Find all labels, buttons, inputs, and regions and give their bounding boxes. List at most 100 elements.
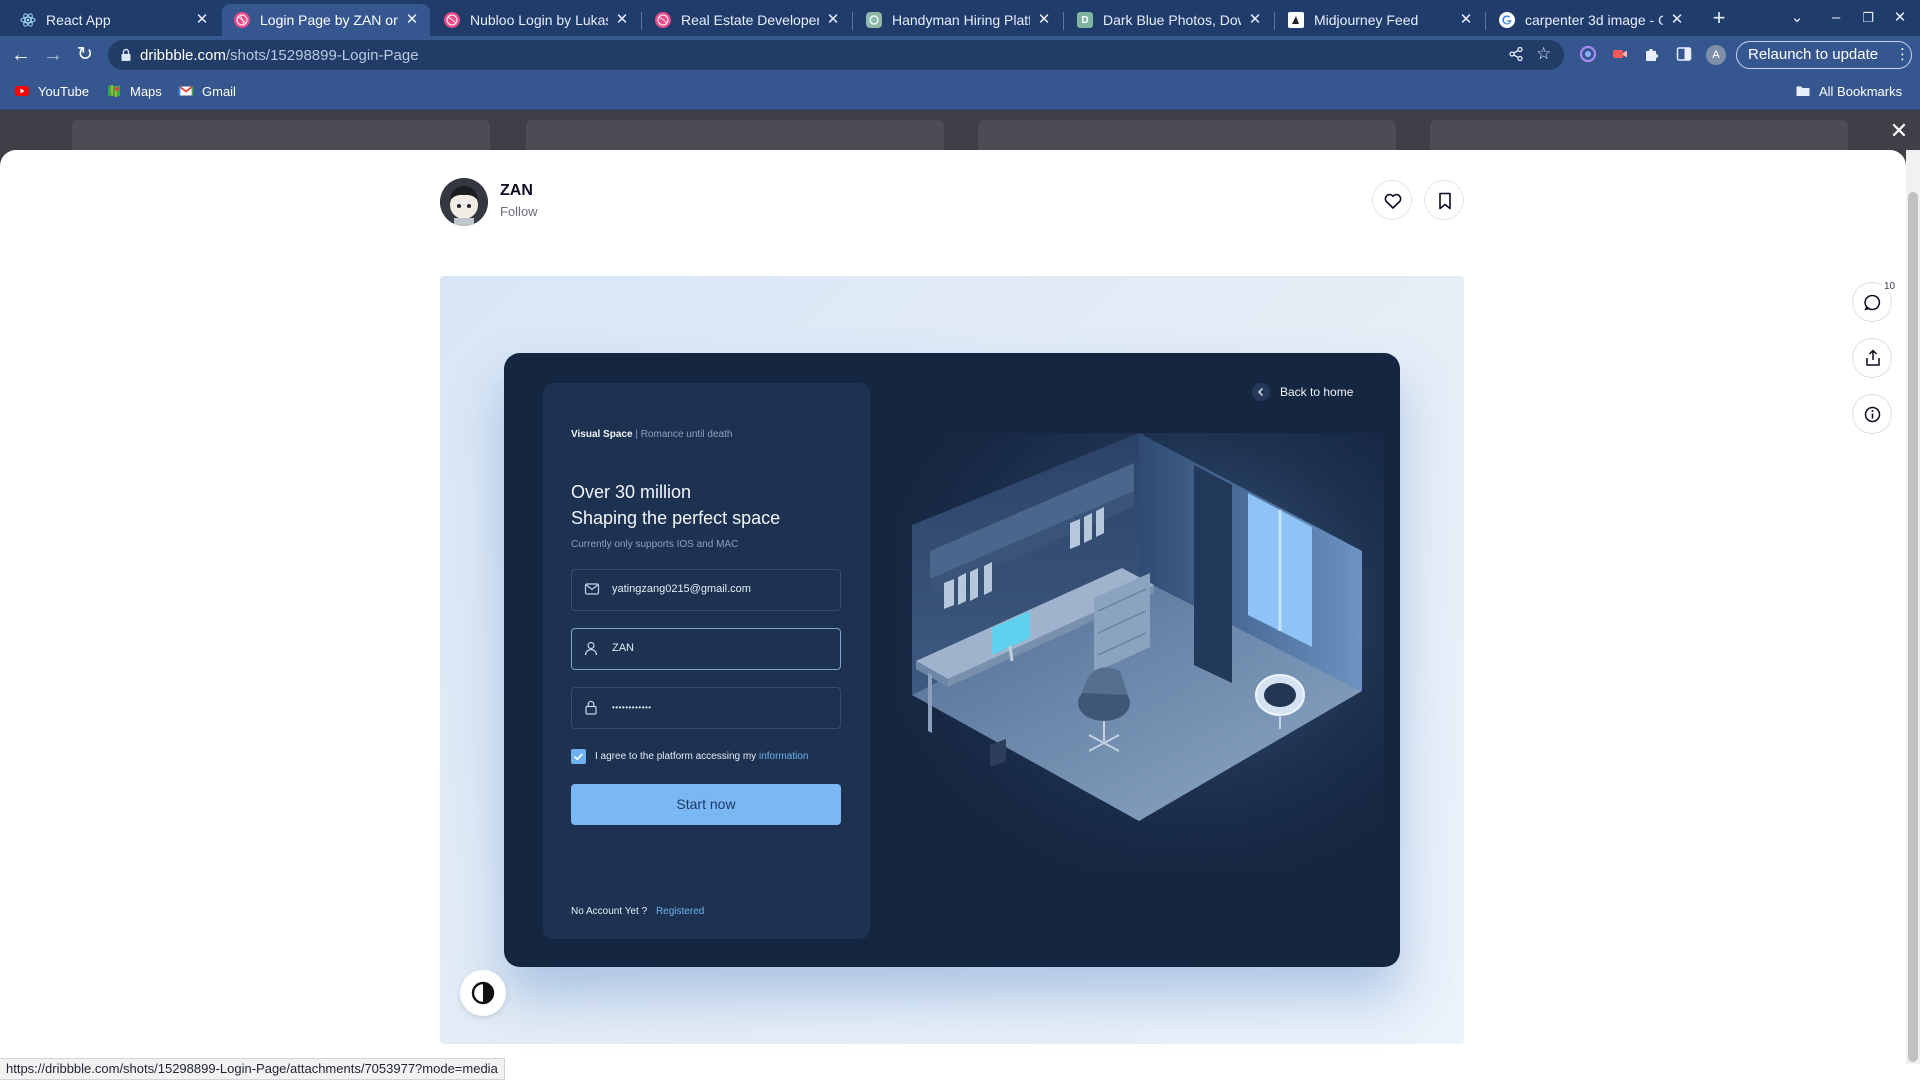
- information-link[interactable]: information: [759, 751, 808, 762]
- start-now-button[interactable]: Start now: [571, 784, 841, 825]
- agree-label: I agree to the platform accessing my inf…: [595, 751, 808, 762]
- tab-strip: React App ✕ Login Page by ZAN on D ✕ Nub…: [0, 0, 1920, 36]
- author-avatar[interactable]: [440, 178, 488, 226]
- chevron-left-icon: [1252, 383, 1270, 401]
- tab-separator: [1485, 12, 1486, 30]
- email-value: yatingzang0215@gmail.com: [612, 583, 751, 595]
- forward-button[interactable]: →: [41, 43, 65, 67]
- heading-line-2: Shaping the perfect space: [571, 508, 781, 528]
- upload-share-icon: [1865, 349, 1881, 372]
- theme-toggle-button[interactable]: [460, 970, 506, 1016]
- relaunch-button[interactable]: Relaunch to update ⋮: [1736, 41, 1912, 69]
- lock-icon: [120, 48, 132, 67]
- profile-avatar[interactable]: A: [1706, 45, 1726, 65]
- address-bar[interactable]: dribbble.com/shots/15298899-Login-Page ☆: [108, 40, 1564, 70]
- bookmark-label: Maps: [130, 83, 162, 99]
- tab-close-icon[interactable]: ✕: [614, 12, 630, 28]
- tab-close-icon[interactable]: ✕: [194, 12, 210, 28]
- tab-close-icon[interactable]: ✕: [1247, 12, 1263, 28]
- gmail-icon: [178, 83, 194, 99]
- brand-separator: |: [635, 429, 638, 440]
- tab-close-icon[interactable]: ✕: [404, 12, 420, 28]
- user-icon: [584, 641, 602, 659]
- tab-midjourney[interactable]: Midjourney Feed ✕: [1276, 4, 1484, 36]
- tab-dark-blue-photos[interactable]: D Dark Blue Photos, Down ✕: [1065, 4, 1273, 36]
- minimize-button[interactable]: –: [1826, 8, 1846, 28]
- kebab-menu-icon[interactable]: ⋮: [1895, 42, 1910, 68]
- status-bar-url: https://dribbble.com/shots/15298899-Logi…: [0, 1058, 505, 1080]
- tab-title: Midjourney Feed: [1314, 12, 1419, 28]
- author-name[interactable]: ZAN: [500, 182, 533, 200]
- tab-close-icon[interactable]: ✕: [825, 12, 841, 28]
- username-field[interactable]: ZAN: [571, 628, 841, 670]
- new-tab-button[interactable]: +: [1709, 7, 1729, 29]
- url-path: /shots/15298899-Login-Page: [225, 47, 419, 64]
- bookmark-star-icon[interactable]: ☆: [1536, 44, 1551, 64]
- tab-title: React App: [46, 12, 111, 28]
- extension-camera-icon[interactable]: [1610, 45, 1630, 65]
- isometric-room-illustration: [894, 433, 1384, 873]
- tab-separator: [852, 12, 853, 30]
- tab-title: carpenter 3d image - Go: [1525, 12, 1663, 28]
- support-note: Currently only supports IOS and MAC: [571, 539, 739, 550]
- tab-search-chevron-icon[interactable]: ⌄: [1787, 8, 1807, 28]
- username-value: ZAN: [612, 642, 634, 654]
- tab-react-app[interactable]: React App ✕: [8, 4, 220, 36]
- bookmark-maps[interactable]: Maps: [106, 83, 162, 99]
- close-window-button[interactable]: ✕: [1890, 8, 1910, 28]
- agree-text: I agree to the platform accessing my: [595, 751, 757, 762]
- tab-title: Login Page by ZAN on D: [260, 12, 398, 28]
- info-icon: [1864, 406, 1881, 428]
- bookmark-gmail[interactable]: Gmail: [178, 83, 236, 99]
- bookmark-youtube[interactable]: YouTube: [14, 83, 89, 99]
- contrast-icon: [471, 981, 495, 1010]
- scrollbar-thumb[interactable]: [1908, 192, 1918, 1062]
- all-bookmarks[interactable]: All Bookmarks: [1795, 83, 1902, 99]
- brand-tagline: Romance until death: [640, 429, 733, 440]
- comment-icon: [1864, 294, 1881, 316]
- youtube-icon: [14, 83, 30, 99]
- tab-login-page[interactable]: Login Page by ZAN on D ✕: [222, 4, 430, 36]
- restore-button[interactable]: ❐: [1858, 8, 1878, 28]
- back-to-home-link[interactable]: Back to home: [1252, 383, 1353, 401]
- back-button[interactable]: ←: [9, 43, 33, 67]
- tab-carpenter-search[interactable]: carpenter 3d image - Go ✕: [1487, 4, 1695, 36]
- side-panel-icon[interactable]: [1674, 45, 1694, 65]
- tab-close-icon[interactable]: ✕: [1458, 12, 1474, 28]
- registered-link[interactable]: Registered: [656, 906, 704, 917]
- agree-checkbox[interactable]: [571, 749, 586, 764]
- bookmarks-bar: YouTube Maps Gmail All Bookmarks: [0, 74, 1920, 110]
- dribbble-icon: [655, 12, 671, 28]
- share-icon[interactable]: [1508, 46, 1524, 67]
- page-scrollbar[interactable]: [1906, 150, 1920, 1064]
- share-button[interactable]: [1852, 338, 1892, 378]
- extension-circle-icon[interactable]: [1578, 45, 1598, 65]
- like-button[interactable]: [1372, 180, 1412, 220]
- folder-icon: [1795, 83, 1811, 99]
- bookmark-label: YouTube: [38, 83, 90, 99]
- password-field[interactable]: ••••••••••••: [571, 687, 841, 729]
- reload-button[interactable]: ↻: [73, 43, 97, 67]
- tab-close-icon[interactable]: ✕: [1036, 12, 1052, 28]
- extensions-puzzle-icon[interactable]: [1642, 45, 1662, 65]
- follow-link[interactable]: Follow: [500, 204, 538, 219]
- tab-title: Real Estate Developer D: [681, 12, 819, 28]
- lock-icon: [584, 700, 602, 718]
- dribbble-icon: [444, 12, 460, 28]
- email-field[interactable]: yatingzang0215@gmail.com: [571, 569, 841, 611]
- react-icon: [20, 12, 36, 28]
- tab-nubloo-login[interactable]: Nubloo Login by Lukasz ✕: [432, 4, 640, 36]
- tab-handyman[interactable]: Handyman Hiring Platfo ✕: [854, 4, 1062, 36]
- browser-toolbar: ← → ↻ dribbble.com/shots/15298899-Login-…: [0, 36, 1920, 74]
- register-line: No Account Yet ? Registered: [571, 906, 704, 917]
- comments-button[interactable]: 10: [1852, 281, 1898, 322]
- tab-close-icon[interactable]: ✕: [1669, 12, 1685, 28]
- shot-image[interactable]: Visual Space | Romance until death Over …: [440, 276, 1464, 1044]
- tab-separator: [1063, 12, 1064, 30]
- tab-separator: [1274, 12, 1275, 30]
- url-domain: dribbble.com: [140, 47, 226, 64]
- tab-real-estate[interactable]: Real Estate Developer D ✕: [643, 4, 851, 36]
- save-button[interactable]: [1424, 180, 1464, 220]
- close-modal-button[interactable]: ✕: [1886, 118, 1912, 144]
- shot-details-button[interactable]: [1852, 394, 1892, 434]
